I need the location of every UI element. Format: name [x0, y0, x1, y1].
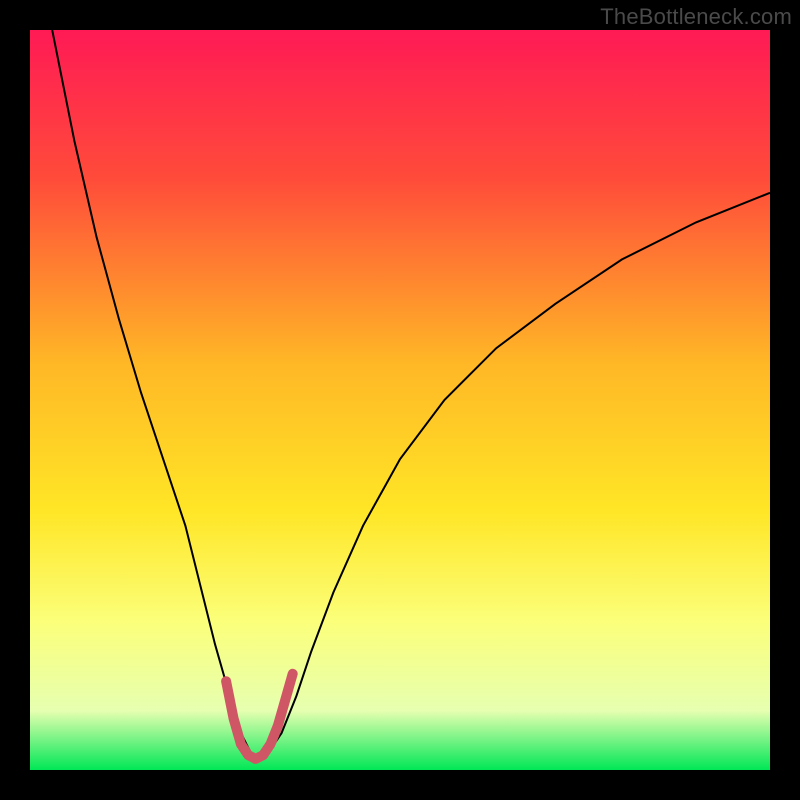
plot-background [30, 30, 770, 770]
watermark-text: TheBottleneck.com [600, 4, 792, 30]
bottleneck-chart [30, 30, 770, 770]
outer-frame: TheBottleneck.com [0, 0, 800, 800]
